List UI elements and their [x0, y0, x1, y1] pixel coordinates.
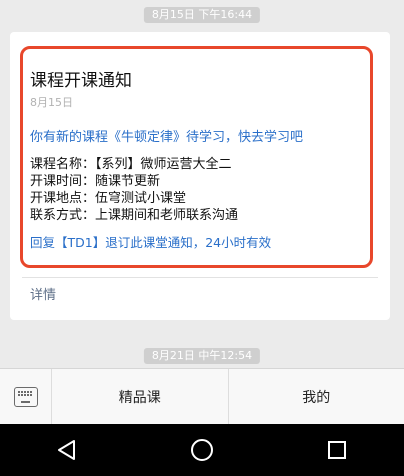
menu-mine[interactable]: 我的: [227, 369, 404, 424]
course-name-row: 课程名称：【系列】微师运营大全二: [30, 157, 232, 172]
timestamp-top: 8月15日 下午16:44: [143, 7, 261, 23]
home-button[interactable]: [172, 430, 232, 470]
keyboard-icon: [13, 386, 38, 407]
course-location-row: 开课地点：伍穹测试小课堂: [30, 191, 187, 206]
notice-intro: 你有新的课程《牛顿定律》待学习，快去学习吧: [30, 130, 304, 145]
notice-date: 8月15日: [30, 96, 73, 109]
back-button[interactable]: [37, 430, 97, 470]
contact-row: 联系方式：上课期间和老师联系沟通: [30, 208, 239, 223]
back-icon: [58, 440, 76, 460]
keyboard-toggle-button[interactable]: [0, 369, 52, 424]
course-time-row: 开课时间：随课节更新: [30, 174, 161, 189]
notice-info: 课程名称：【系列】微师运营大全二 开课时间：随课节更新 开课地点：伍穹测试小课堂…: [30, 156, 238, 224]
bottom-menu-bar: 精品课 我的: [0, 368, 404, 424]
unsubscribe-hint: 回复【TD1】退订此课堂通知，24小时有效: [30, 235, 272, 250]
menu-premium-courses[interactable]: 精品课: [52, 369, 228, 424]
system-nav-bar: [0, 424, 404, 476]
recents-icon: [327, 441, 346, 459]
timestamp-bottom: 8月21日 中午12:54: [143, 348, 261, 364]
recents-button[interactable]: [307, 430, 367, 470]
home-icon: [190, 439, 213, 461]
notice-title: 课程开课通知: [30, 71, 132, 91]
card-divider: [22, 277, 378, 278]
details-link[interactable]: 详情: [30, 284, 56, 303]
